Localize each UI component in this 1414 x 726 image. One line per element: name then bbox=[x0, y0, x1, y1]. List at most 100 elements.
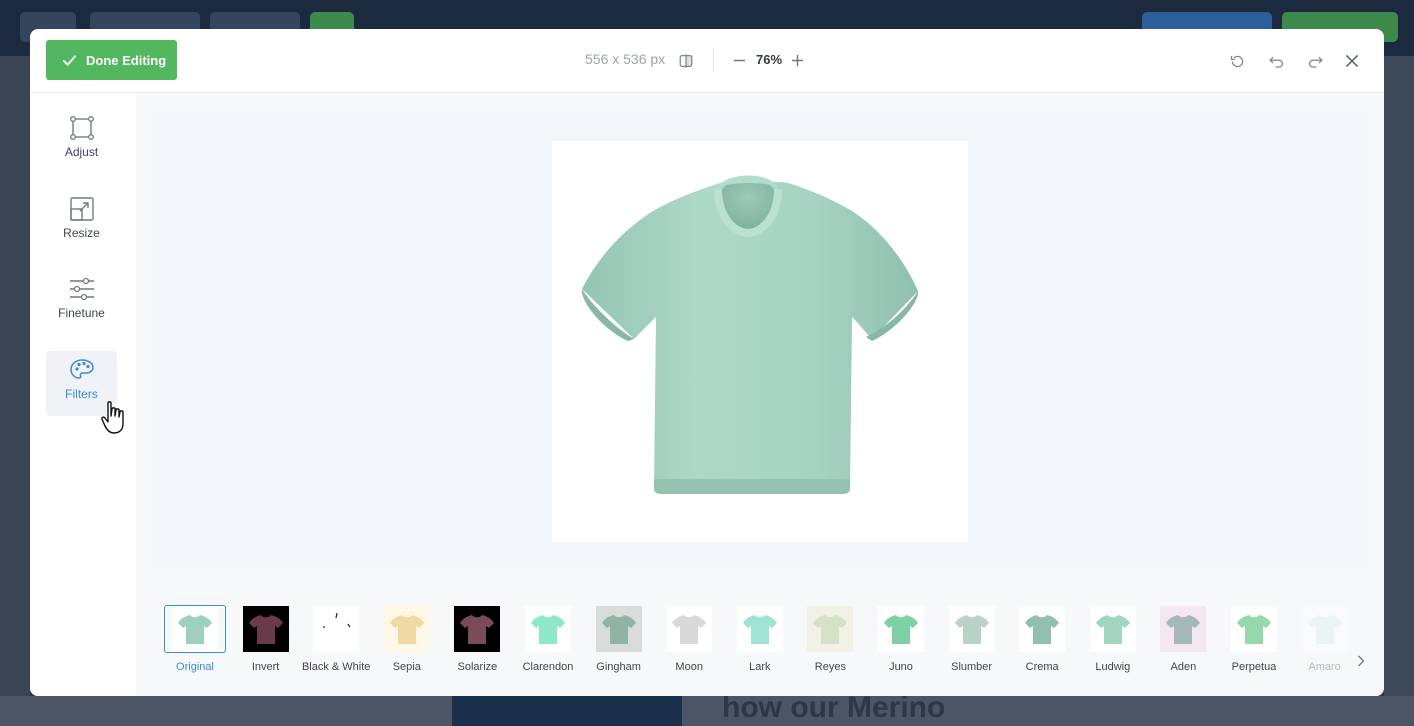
tshirt-thumbnail-image bbox=[242, 606, 289, 652]
filter-label: Clarendon bbox=[522, 661, 574, 673]
filter-option[interactable]: Lark bbox=[720, 605, 800, 675]
image-dimensions: 556 x 536 px bbox=[585, 51, 666, 67]
editor-tool-sidebar: Adjust Resize Finetune Filters bbox=[30, 93, 136, 696]
filter-thumbnail bbox=[1152, 605, 1214, 653]
undo-icon[interactable] bbox=[1266, 51, 1286, 71]
tshirt-thumbnail-image bbox=[595, 606, 642, 652]
filter-option[interactable]: Aden bbox=[1143, 605, 1223, 675]
filter-thumbnail bbox=[164, 605, 226, 653]
crop-icon bbox=[69, 116, 94, 140]
tshirt-thumbnail-image bbox=[454, 606, 501, 652]
image-editor-modal: Done Editing 556 x 536 px 76% Adjust Res… bbox=[30, 29, 1384, 696]
filter-strip: Original Invert Black & White Sepia Solarize… bbox=[164, 605, 1364, 675]
filter-option[interactable]: Moon bbox=[649, 605, 729, 675]
filter-option[interactable]: Clarendon bbox=[508, 605, 588, 675]
filter-thumbnail bbox=[1223, 605, 1285, 653]
zoom-level: 76% bbox=[756, 52, 783, 67]
filter-option[interactable]: Perpetua bbox=[1214, 605, 1294, 675]
filter-option[interactable]: Ludwig bbox=[1073, 605, 1153, 675]
filter-option[interactable]: Gingham bbox=[579, 605, 659, 675]
tool-label: Finetune bbox=[58, 306, 105, 320]
chevron-right-icon[interactable] bbox=[1356, 653, 1366, 674]
background-heading: how our Merino bbox=[722, 691, 946, 724]
filter-thumbnail bbox=[799, 605, 861, 653]
reset-icon[interactable] bbox=[1227, 51, 1247, 71]
done-editing-label: Done Editing bbox=[86, 52, 167, 68]
filter-thumbnail bbox=[588, 605, 650, 653]
filter-label: Original bbox=[176, 661, 214, 673]
tshirt-thumbnail-image bbox=[948, 606, 995, 652]
tshirt-thumbnail-image bbox=[1089, 606, 1136, 652]
filter-thumbnail bbox=[941, 605, 1003, 653]
tshirt-thumbnail-image bbox=[172, 606, 218, 652]
filter-label: Solarize bbox=[457, 661, 498, 673]
filter-option[interactable]: Original bbox=[164, 605, 235, 675]
filter-thumbnail bbox=[517, 605, 579, 653]
check-icon bbox=[62, 54, 77, 66]
tool-resize[interactable]: Resize bbox=[46, 190, 117, 255]
editor-header: Done Editing 556 x 536 px 76% bbox=[30, 29, 1384, 93]
tshirt-thumbnail-image bbox=[1301, 606, 1348, 652]
zoom-in-icon[interactable] bbox=[788, 51, 806, 69]
filter-label: Sepia bbox=[392, 661, 421, 673]
filter-label: Lark bbox=[749, 661, 771, 673]
filter-thumbnail bbox=[729, 605, 791, 653]
background-image bbox=[452, 696, 682, 726]
tshirt-image bbox=[581, 175, 919, 494]
tshirt-thumbnail-image bbox=[807, 606, 854, 652]
filter-option[interactable]: Invert bbox=[226, 605, 306, 675]
sliders-icon bbox=[69, 277, 94, 301]
redo-icon[interactable] bbox=[1305, 51, 1325, 71]
filter-label: Reyes bbox=[814, 661, 846, 673]
filter-option[interactable]: Crema bbox=[1002, 605, 1082, 675]
filter-label: Amaro bbox=[1308, 661, 1341, 673]
filter-label: Crema bbox=[1025, 661, 1059, 673]
filter-label: Moon bbox=[675, 661, 703, 673]
image-canvas[interactable] bbox=[552, 141, 968, 542]
filter-thumbnail bbox=[1294, 605, 1356, 653]
filter-thumbnail bbox=[870, 605, 932, 653]
filter-option[interactable]: Solarize bbox=[437, 605, 517, 675]
tshirt-thumbnail-image bbox=[525, 606, 571, 652]
filter-thumbnail bbox=[446, 605, 508, 653]
filter-option[interactable]: Slumber bbox=[932, 605, 1012, 675]
tshirt-thumbnail-image bbox=[666, 606, 713, 652]
filter-label: Black & White bbox=[301, 661, 371, 673]
hand-cursor-icon bbox=[100, 400, 132, 441]
filter-label: Juno bbox=[889, 661, 913, 673]
tshirt-thumbnail-image bbox=[1160, 606, 1207, 652]
filter-option[interactable]: Juno bbox=[861, 605, 941, 675]
tshirt-thumbnail-image bbox=[1019, 606, 1066, 652]
tshirt-thumbnail-image bbox=[1231, 606, 1277, 652]
done-editing-button[interactable]: Done Editing bbox=[46, 40, 177, 80]
tool-label: Filters bbox=[65, 387, 98, 401]
tool-adjust[interactable]: Adjust bbox=[46, 109, 117, 174]
filter-option[interactable]: Amaro bbox=[1285, 605, 1364, 675]
header-divider bbox=[713, 48, 714, 72]
palette-icon bbox=[69, 359, 94, 379]
filter-thumbnail bbox=[235, 605, 297, 653]
tshirt-thumbnail-image bbox=[736, 606, 783, 652]
editor-workspace: Original Invert Black & White Sepia Solarize… bbox=[136, 93, 1384, 696]
filter-thumbnail bbox=[376, 605, 438, 653]
tshirt-thumbnail-image bbox=[878, 606, 924, 652]
filter-thumbnail bbox=[658, 605, 720, 653]
filter-label: Ludwig bbox=[1095, 661, 1131, 673]
filter-option[interactable]: Black & White bbox=[296, 605, 376, 675]
tshirt-thumbnail-image bbox=[383, 606, 430, 652]
filter-option[interactable]: Reyes bbox=[790, 605, 870, 675]
background-content: how our Merino bbox=[0, 691, 1414, 726]
resize-icon bbox=[69, 197, 94, 221]
tool-finetune[interactable]: Finetune bbox=[46, 270, 117, 335]
filter-label: Gingham bbox=[596, 661, 641, 673]
tshirt-thumbnail-image bbox=[313, 606, 360, 652]
zoom-out-icon[interactable] bbox=[730, 51, 748, 69]
filter-thumbnail bbox=[305, 605, 367, 653]
close-icon[interactable] bbox=[1342, 51, 1362, 71]
compare-icon[interactable] bbox=[677, 52, 695, 70]
filter-thumbnail bbox=[1082, 605, 1144, 653]
filter-option[interactable]: Sepia bbox=[367, 605, 447, 675]
background-sidebar bbox=[0, 56, 30, 726]
filter-label: Invert bbox=[251, 661, 280, 673]
tool-label: Adjust bbox=[64, 145, 99, 159]
